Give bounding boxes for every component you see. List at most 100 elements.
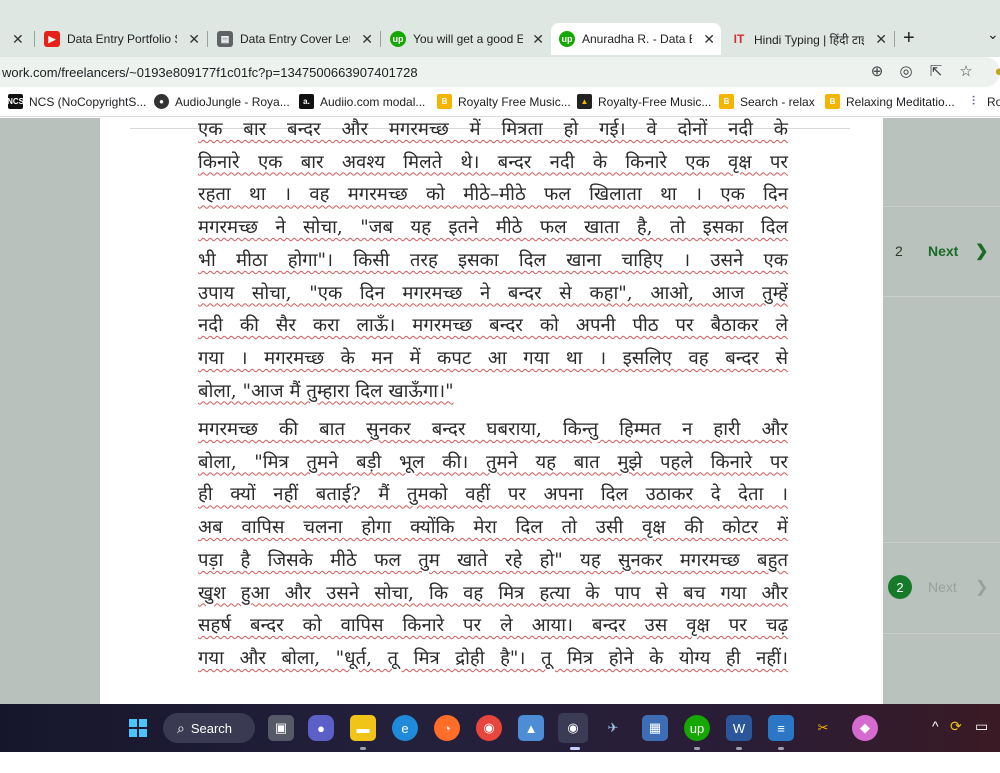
pagination-page-number[interactable]: 2 <box>895 243 903 259</box>
audiio-icon: a. <box>299 94 314 109</box>
upwork-icon: up <box>559 31 575 47</box>
running-indicator <box>736 747 742 750</box>
windows-start-icon[interactable] <box>125 715 151 741</box>
pagination-next-button[interactable]: Next <box>928 243 958 259</box>
chrome-profile-icon[interactable]: ◉ <box>558 713 588 743</box>
word-icon[interactable]: W <box>726 715 752 741</box>
bookmark-label: Search - relax <box>740 94 815 109</box>
close-tab-icon[interactable]: ✕ <box>188 31 200 48</box>
pagination-next-button-disabled[interactable]: Next <box>928 579 957 595</box>
tray-monitor-icon[interactable]: ▭ <box>975 718 988 735</box>
story-paragraph-2: मगरमच्छ की बात सुनकर बन्दर घबराया, किन्त… <box>198 414 788 676</box>
screen: ✕ ▶ Data Entry Portfolio Sa ✕ ▤ Data Ent… <box>0 0 1000 773</box>
bookmark-b-icon: B <box>825 94 840 109</box>
text-line: गया और बोला, "धूर्त, तू मित्र द्रोही है"… <box>198 647 788 669</box>
close-tab-icon[interactable]: ✕ <box>532 31 544 48</box>
tab-strip: ✕ ▶ Data Entry Portfolio Sa ✕ ▤ Data Ent… <box>0 0 1000 57</box>
bookmark-label: Royalty Free Music... <box>458 94 571 109</box>
tab-anuradha-active[interactable]: up Anuradha R. - Data En ✕ <box>551 23 721 55</box>
bookmark-royalty-free-music-1[interactable]: B Royalty Free Music... <box>437 94 571 109</box>
share-icon[interactable]: ⇱ <box>927 63 945 81</box>
bookmark-audiojungle[interactable]: ● AudioJungle - Roya... <box>154 94 290 109</box>
screenshot-bottom-margin <box>0 752 1000 773</box>
address-url[interactable]: work.com/freelancers/~0193e809177f1c01fc… <box>2 65 418 80</box>
tab-title: You will get a good Er <box>413 32 523 46</box>
text-line: सहर्ष बन्दर को वापिस किनारे पर ले आया। ब… <box>198 615 788 637</box>
divider <box>883 296 1000 297</box>
chrome-icon[interactable]: ◉ <box>476 715 502 741</box>
bookmark-label: Audiio.com modal... <box>320 94 426 109</box>
tab-title: Hindi Typing | हिंदी टाइ <box>754 32 864 47</box>
side-panel: 2 Next ❯ 2 Next ❯ <box>883 118 1000 704</box>
zoom-icon[interactable]: ⊕ <box>868 63 886 81</box>
text-line: किनारे एक बार अवश्य मिलते थे। बन्दर नदी … <box>198 151 788 173</box>
file-explorer-icon[interactable]: ▬ <box>350 715 376 741</box>
bookmark-label: NCS (NoCopyrightS... <box>29 94 147 109</box>
text-line: मगरमच्छ ने सोचा, "जब यह इतने मीठे फल खात… <box>198 217 788 239</box>
tab-hindi-typing[interactable]: IT Hindi Typing | हिंदी टाइ ✕ <box>723 25 893 53</box>
bookmark-royalty-free-music-2[interactable]: ▲ Royalty-Free Music... <box>577 94 711 109</box>
story-paragraph-1: एक बार बन्दर और मगरमच्छ में मित्रता हो ग… <box>198 118 788 408</box>
bookmark-audiio[interactable]: a. Audiio.com modal... <box>299 94 425 109</box>
bookmark-relaxing-meditation[interactable]: B Relaxing Meditatio... <box>825 94 955 109</box>
tab-data-entry-portfolio[interactable]: ▶ Data Entry Portfolio Sa ✕ <box>36 25 206 53</box>
active-indicator <box>570 747 580 750</box>
taskbar-search-label: Search <box>190 720 233 736</box>
tab-separator <box>207 31 208 47</box>
extension-icon[interactable]: ● <box>990 63 1000 81</box>
tab-separator <box>380 31 381 47</box>
close-tab-icon[interactable]: ✕ <box>703 31 715 48</box>
notepad-icon[interactable]: ≡ <box>768 715 794 741</box>
close-tab-icon[interactable]: ✕ <box>12 31 24 48</box>
divider <box>883 542 1000 543</box>
calculator-icon[interactable]: ▦ <box>642 715 668 741</box>
it-logo-icon: IT <box>733 32 745 46</box>
tab-title: Data Entry Cover Lette <box>240 32 350 46</box>
text-line: अब वापिस चलना होगा क्योंकि मेरा दिल तो उ… <box>198 517 788 539</box>
bookmark-label: Ro <box>987 94 1000 109</box>
tab-separator <box>894 31 895 47</box>
page-content: एक बार बन्दर और मगरमच्छ में मित्रता हो ग… <box>0 118 1000 704</box>
ncs-icon: NCS <box>7 94 24 109</box>
bookmark-label: Relaxing Meditatio... <box>846 94 955 109</box>
running-indicator <box>360 747 366 750</box>
pagination-current-page[interactable]: 2 <box>888 575 912 599</box>
bookmark-search-relax[interactable]: B Search - relax <box>719 94 815 109</box>
tab-title: Data Entry Portfolio Sa <box>67 32 177 46</box>
taskbar-search[interactable]: ⌕ Search <box>163 713 255 743</box>
chevron-right-icon[interactable]: ❯ <box>975 577 988 597</box>
task-view-icon[interactable]: ▣ <box>268 715 294 741</box>
upwork-app-icon[interactable]: up <box>684 715 710 741</box>
text-line: मगरमच्छ की बात सुनकर बन्दर घबराया, किन्त… <box>198 419 788 440</box>
tab-search-chevron-icon[interactable]: ⌄ <box>987 26 999 43</box>
bird-app-icon[interactable]: ✈ <box>600 715 626 741</box>
text-line: नदी की सैर करा लाऊँ। मगरमच्छ बन्दर को अप… <box>198 315 788 337</box>
text-line: पड़ा है जिसके मीठे फल तुम खाते रहे हो" य… <box>198 549 788 571</box>
photos-icon[interactable]: ▲ <box>518 715 544 741</box>
tray-app-icon[interactable]: ⟳ <box>950 718 962 735</box>
browser-toolbar: work.com/freelancers/~0193e809177f1c01fc… <box>0 57 1000 89</box>
tab-upwork-good-entry[interactable]: up You will get a good Er ✕ <box>382 25 550 53</box>
bookmark-b-icon: B <box>719 94 734 109</box>
snipping-icon[interactable]: ✂ <box>810 715 836 741</box>
close-tab-icon[interactable]: ✕ <box>361 31 373 48</box>
edge-icon[interactable]: e <box>392 715 418 741</box>
paint-icon[interactable]: ◆ <box>852 715 878 741</box>
bookmark-ro[interactable]: ⫶ Ro <box>966 94 1000 109</box>
bookmark-star-icon[interactable]: ☆ <box>957 63 975 81</box>
tab-data-entry-cover-letter[interactable]: ▤ Data Entry Cover Lette ✕ <box>209 25 379 53</box>
text-line: एक बार बन्दर और मगरमच्छ में मित्रता हो ग… <box>198 119 788 140</box>
tray-chevron-up-icon[interactable]: ^ <box>932 718 939 734</box>
close-tab-icon[interactable]: ✕ <box>875 31 887 48</box>
chat-icon[interactable]: ● <box>308 715 334 741</box>
firefox-icon[interactable]: ◔ <box>434 715 460 741</box>
chevron-right-icon[interactable]: ❯ <box>975 241 988 261</box>
bookmark-ncs[interactable]: NCS NCS (NoCopyrightS... <box>7 94 147 109</box>
new-tab-plus-icon[interactable]: + <box>903 27 915 50</box>
text-line: खुश हुआ और उसने सोचा, कि वह मित्र हत्या … <box>198 582 788 604</box>
text-line: भी मीठा होगा"। किसी तरह इसका दिल खाना चा… <box>198 249 788 271</box>
tracking-eye-off-icon[interactable]: ◎ <box>897 63 915 81</box>
text-line: गया । मगरमच्छ के मन में कपट आ गया था । इ… <box>198 347 788 369</box>
search-icon: ⌕ <box>177 719 185 736</box>
address-bar[interactable]: work.com/freelancers/~0193e809177f1c01fc… <box>0 57 1000 87</box>
